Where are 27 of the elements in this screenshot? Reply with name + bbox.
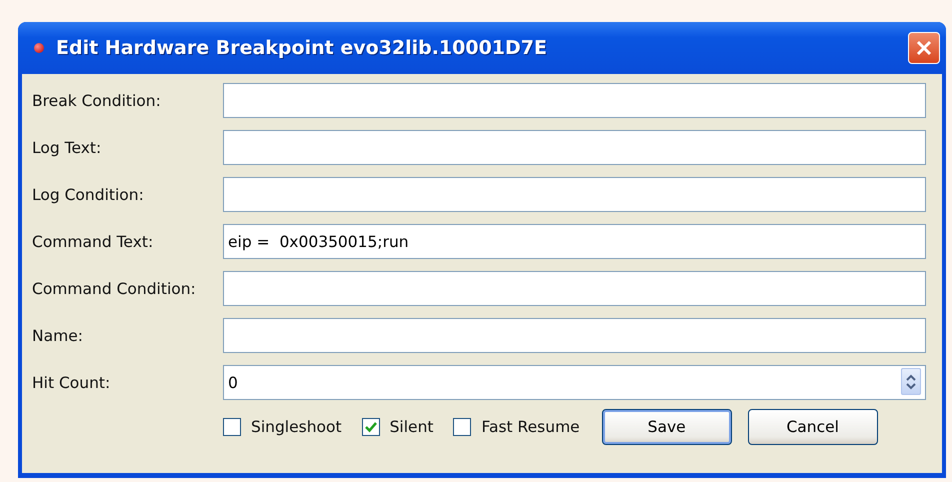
window-title: Edit Hardware Breakpoint evo32lib.10001D7E (56, 37, 548, 59)
close-icon (915, 39, 933, 57)
field-label: Log Condition: (32, 186, 145, 204)
field-label: Break Condition: (32, 92, 162, 110)
dialog-button[interactable]: Save (602, 409, 732, 445)
checkbox[interactable] (453, 418, 472, 436)
field-label: Hit Count: (32, 374, 112, 392)
dot-icon (34, 43, 44, 53)
checkbox-label: Silent (390, 418, 434, 436)
checkbox[interactable] (223, 418, 241, 436)
text-field[interactable]: eip = 0x00350015;run (223, 224, 926, 259)
checkbox[interactable] (362, 418, 380, 436)
text-field[interactable] (223, 83, 926, 118)
field-label: Log Text: (32, 138, 102, 156)
dialog-button[interactable]: Cancel (748, 409, 878, 445)
text-field[interactable] (223, 130, 926, 165)
field-label: Name: (32, 326, 84, 344)
field-label: Command Condition: (32, 280, 197, 298)
checkbox-label: Fast Resume (481, 418, 580, 436)
close-button[interactable] (908, 32, 940, 64)
checkbox-label: Singleshoot (251, 418, 342, 436)
spin-arrows-icon[interactable] (901, 368, 921, 395)
text-field[interactable] (223, 177, 926, 212)
field-label: Command Text: (32, 232, 154, 250)
text-field[interactable] (223, 318, 926, 353)
text-field[interactable] (223, 271, 926, 306)
spin-field[interactable]: 0 (223, 365, 926, 400)
